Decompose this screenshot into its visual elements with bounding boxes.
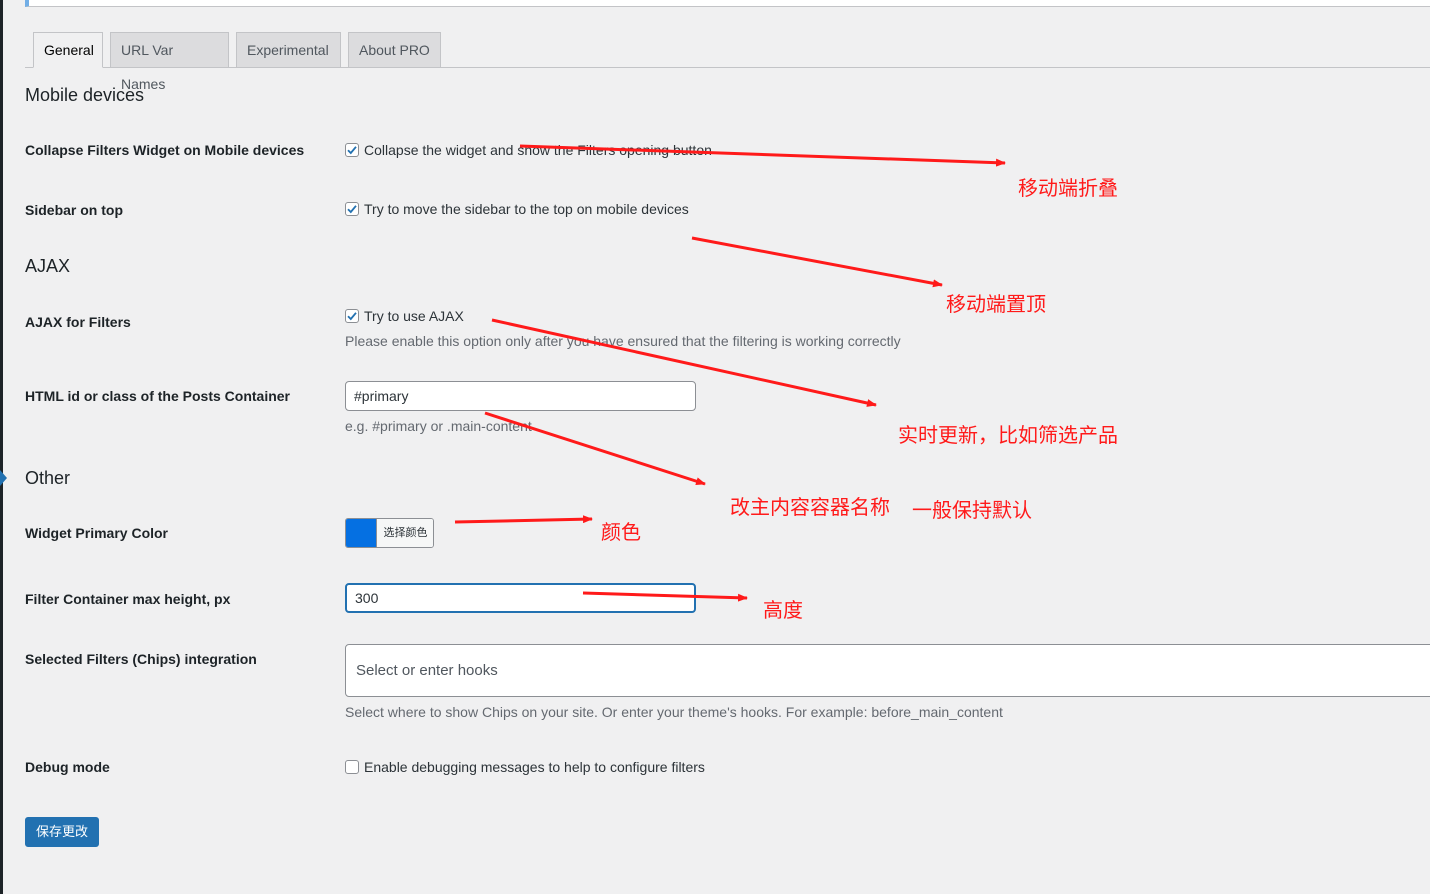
chips-description: Select where to show Chips on your site.… — [345, 704, 1003, 720]
ajax-checkbox-row[interactable]: Try to use AJAX — [345, 308, 464, 324]
arrow-sidebar-top — [691, 236, 943, 288]
section-title-ajax: AJAX — [25, 256, 71, 276]
color-picker-button[interactable]: 选择颜色 — [345, 518, 434, 548]
section-title-other: Other — [25, 468, 71, 488]
debug-checkbox-text: Enable debugging messages to help to con… — [364, 759, 705, 775]
chips-label: Selected Filters (Chips) integration — [25, 651, 257, 667]
collapse-checkbox-text: Collapse the widget and show the Filters… — [364, 142, 712, 158]
debug-checkbox-row[interactable]: Enable debugging messages to help to con… — [345, 759, 705, 775]
annotation-arrows — [454, 144, 1006, 602]
collapse-checkbox-row[interactable]: Collapse the widget and show the Filters… — [345, 142, 712, 158]
collapse-label: Collapse Filters Widget on Mobile device… — [25, 142, 305, 158]
hooks-select-input[interactable]: Select or enter hooks — [345, 644, 1430, 697]
posts-container-description: e.g. #primary or .main-content — [345, 418, 532, 434]
annotation-collapse: 移动端折叠 — [1018, 176, 1118, 200]
ajax-description: Please enable this option only after you… — [345, 333, 901, 349]
arrow-color — [454, 515, 593, 524]
admin-sidebar-edge — [0, 0, 3, 894]
primary-color-label: Widget Primary Color — [25, 525, 169, 541]
section-title-mobile: Mobile devices — [25, 85, 145, 105]
max-height-input[interactable]: 300 — [345, 583, 696, 613]
annotation-ajax: 实时更新，比如筛选产品 — [898, 423, 1118, 447]
annotation-color: 颜色 — [601, 520, 641, 544]
tab-about-pro[interactable]: About PRO — [348, 32, 441, 68]
collapse-checkbox[interactable] — [345, 143, 359, 157]
ajax-checkbox[interactable] — [345, 309, 359, 323]
posts-container-label: HTML id or class of the Posts Container — [25, 388, 291, 404]
annotation-height: 高度 — [763, 598, 803, 622]
annotation-container-default: 一般保持默认 — [912, 498, 1032, 522]
sidebar-top-checkbox-row[interactable]: Try to move the sidebar to the top on mo… — [345, 201, 689, 217]
tab-url-var-names[interactable]: URL Var Names — [110, 32, 229, 92]
ajax-checkbox-text: Try to use AJAX — [364, 308, 464, 324]
posts-container-input[interactable]: #primary — [345, 381, 696, 411]
sidebar-top-checkbox-text: Try to move the sidebar to the top on mo… — [364, 201, 689, 217]
debug-checkbox[interactable] — [345, 760, 359, 774]
annotation-container: 改主内容容器名称 — [730, 495, 890, 519]
annotation-sidebar-top: 移动端置顶 — [946, 292, 1046, 316]
settings-tabs: General URL Var Names Experimental About… — [25, 32, 1430, 92]
debug-label: Debug mode — [25, 759, 110, 775]
admin-notice — [25, 0, 1430, 7]
collapse-indicator-icon — [0, 470, 7, 486]
max-height-label: Filter Container max height, px — [25, 591, 231, 607]
save-changes-button[interactable]: 保存更改 — [25, 817, 99, 847]
checkmark-icon — [347, 205, 357, 214]
sidebar-top-checkbox[interactable] — [345, 202, 359, 216]
color-picker-label: 选择颜色 — [376, 519, 433, 547]
checkmark-icon — [347, 146, 357, 155]
checkmark-icon — [347, 312, 357, 321]
ajax-filters-label: AJAX for Filters — [25, 314, 131, 330]
tab-general[interactable]: General — [33, 32, 103, 68]
color-swatch[interactable] — [346, 519, 376, 547]
tab-experimental[interactable]: Experimental — [236, 32, 341, 68]
sidebar-top-label: Sidebar on top — [25, 202, 123, 218]
